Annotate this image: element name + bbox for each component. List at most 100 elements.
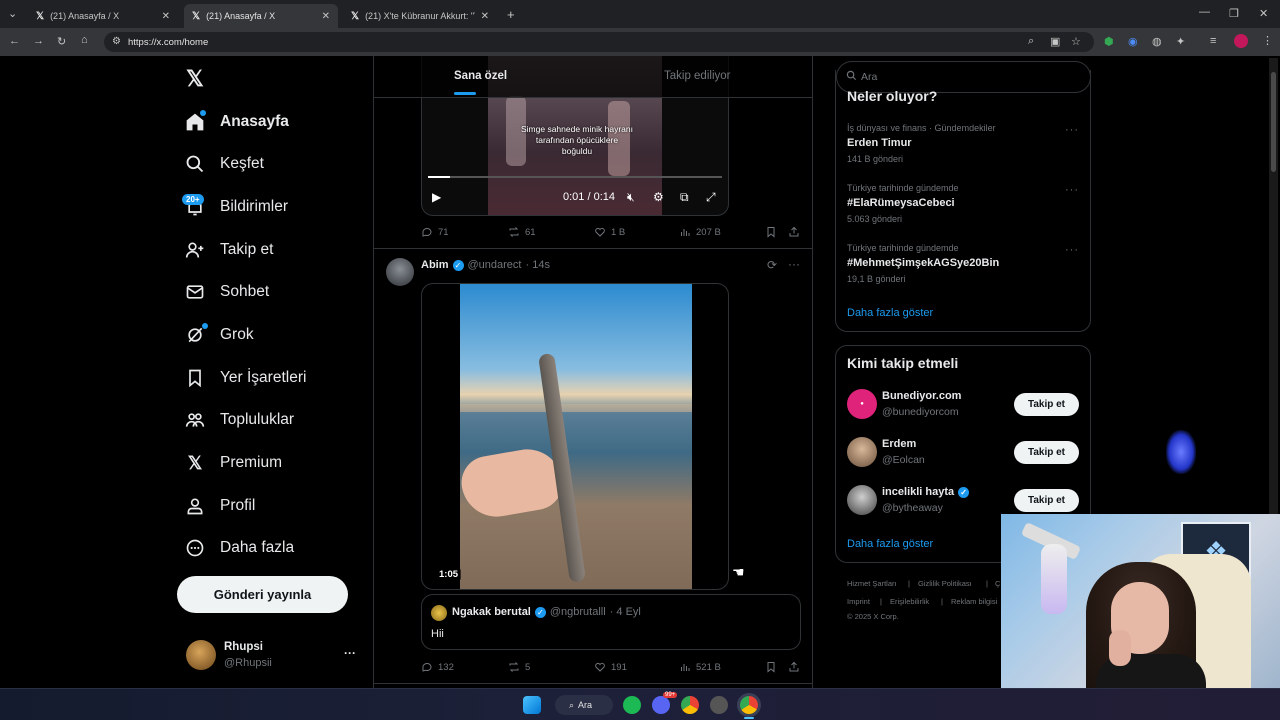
zoom-icon[interactable]: ⌕ <box>1028 35 1034 48</box>
forward-icon[interactable]: → <box>33 35 44 47</box>
post-time[interactable]: · 14s <box>525 259 549 271</box>
footer-link[interactable]: Ç <box>995 579 1000 588</box>
app-icon[interactable] <box>710 696 728 714</box>
like-button[interactable]: 191 <box>594 661 627 673</box>
nav-explore[interactable]: Keşfet <box>184 148 264 180</box>
taskbar-search[interactable]: ⌕ Ara <box>555 695 613 715</box>
window-close-icon[interactable]: ✕ <box>1259 7 1268 20</box>
close-icon[interactable]: ✕ <box>162 11 170 22</box>
nav-chat[interactable]: Sohbet <box>184 276 269 308</box>
extensions-puzzle-icon[interactable]: ✦ <box>1176 35 1185 48</box>
nav-grok[interactable]: Grok <box>184 319 254 351</box>
trends-show-more-link[interactable]: Daha fazla göster <box>847 307 933 319</box>
avatar[interactable] <box>386 258 414 286</box>
shield-extension-icon[interactable]: ⬢ <box>1104 35 1114 48</box>
footer-link[interactable]: Hizmet Şartları <box>847 579 897 588</box>
trend-name[interactable]: Erden Timur <box>847 137 912 149</box>
extension-icon[interactable]: ◍ <box>1152 35 1162 48</box>
nav-premium[interactable]: 𝕏 Premium <box>184 447 282 479</box>
who-show-more-link[interactable]: Daha fazla göster <box>847 538 933 550</box>
scrollbar-thumb[interactable] <box>1271 72 1276 172</box>
trend-name[interactable]: #MehmetŞimşekAGSye20Bin <box>847 257 999 269</box>
account-name-row[interactable]: incelikli hayta ✓ <box>882 486 970 498</box>
reload-icon[interactable]: ↻ <box>57 35 66 48</box>
trend-more-icon[interactable]: ··· <box>1065 184 1079 196</box>
cast-icon[interactable]: ▣ <box>1050 35 1060 48</box>
tab-1[interactable]: 𝕏 (21) Anasayfa / X ✕ <box>28 4 178 28</box>
bookmark-button[interactable] <box>765 661 777 673</box>
mute-icon[interactable]: 🔇︎ <box>627 190 635 205</box>
nav-profile[interactable]: Profil <box>184 490 255 522</box>
repost-button[interactable]: 5 <box>508 661 530 673</box>
home-browser-icon[interactable]: ⌂ <box>81 34 88 46</box>
bookmark-star-icon[interactable]: ☆ <box>1071 35 1081 48</box>
author-name[interactable]: Abim <box>421 259 449 271</box>
video-progress-bar[interactable] <box>428 176 722 178</box>
nav-more[interactable]: Daha fazla <box>184 532 294 564</box>
nav-follow[interactable]: Takip et <box>184 234 273 266</box>
share-button[interactable] <box>788 226 800 238</box>
spotify-icon[interactable] <box>623 696 641 714</box>
footer-link[interactable]: Reklam bilgisi <box>951 597 997 606</box>
address-input[interactable]: ⚙ https://x.com/home <box>104 32 1094 52</box>
tab-for-you[interactable]: Sana özel <box>454 70 507 82</box>
settings-icon[interactable]: ⚙ <box>653 190 664 204</box>
menu-kebab-icon[interactable]: ⋮ <box>1262 34 1273 47</box>
nav-bookmarks[interactable]: Yer İşaretleri <box>184 362 306 394</box>
account-name[interactable]: Erdem <box>882 438 916 450</box>
reply-button[interactable]: 132 <box>421 661 454 673</box>
tab-list-icon[interactable]: ⌄ <box>8 7 17 20</box>
reply-button[interactable]: 71 <box>421 226 449 238</box>
views-button[interactable]: 207 B <box>679 226 721 238</box>
bookmark-button[interactable] <box>765 226 777 238</box>
pip-icon[interactable]: ⧉ <box>680 190 689 205</box>
new-tab-icon[interactable]: + <box>507 7 515 22</box>
share-button[interactable] <box>788 661 800 673</box>
post-button[interactable]: Gönderi yayınla <box>177 576 348 613</box>
media-control-icon[interactable]: ≡ <box>1210 35 1216 47</box>
account-name[interactable]: Bunediyor.com <box>882 390 961 402</box>
chrome-icon[interactable] <box>681 696 699 714</box>
close-icon[interactable]: ✕ <box>481 11 489 22</box>
post-video[interactable]: 1:05 <box>421 283 729 590</box>
discord-icon[interactable] <box>652 696 670 714</box>
follow-button[interactable]: Takip et <box>1014 393 1079 416</box>
floating-widget-icon[interactable] <box>1166 430 1196 474</box>
profile-avatar-icon[interactable] <box>1234 34 1248 48</box>
trend-name[interactable]: #ElaRümeysaCebeci <box>847 197 955 209</box>
avatar[interactable]: ● <box>847 389 877 419</box>
repost-button[interactable]: 61 <box>508 226 536 238</box>
follow-button[interactable]: Takip et <box>1014 489 1079 512</box>
tab-2[interactable]: 𝕏 (21) Anasayfa / X ✕ <box>184 4 338 28</box>
avatar[interactable] <box>186 640 216 670</box>
trend-more-icon[interactable]: ··· <box>1065 244 1079 256</box>
avatar[interactable] <box>847 485 877 515</box>
footer-link[interactable]: Imprint <box>847 597 870 606</box>
trend-more-icon[interactable]: ··· <box>1065 124 1079 136</box>
author-handle[interactable]: @undarect <box>468 259 522 271</box>
play-icon[interactable]: ▶ <box>432 190 441 204</box>
back-icon[interactable]: ← <box>9 35 20 47</box>
follow-button[interactable]: Takip et <box>1014 441 1079 464</box>
avatar[interactable] <box>847 437 877 467</box>
account-more-icon[interactable]: ··· <box>344 646 356 660</box>
nav-communities[interactable]: Topluluklar <box>184 404 294 436</box>
chrome-active-icon[interactable] <box>740 696 758 714</box>
grok-analyze-icon[interactable]: ⟳ <box>767 258 777 272</box>
maximize-icon[interactable]: ❐ <box>1229 7 1239 20</box>
minimize-icon[interactable]: — <box>1199 6 1210 18</box>
audio-extension-icon[interactable]: ◉ <box>1128 35 1138 48</box>
footer-link[interactable]: Gizlilik Politikası <box>918 579 972 588</box>
x-logo-icon[interactable]: 𝕏 <box>186 66 204 92</box>
windows-start-icon[interactable] <box>523 696 541 714</box>
footer-link[interactable]: Erişilebilirlik <box>890 597 929 606</box>
quoted-post[interactable]: Ngakak berutal ✓ @ngbrutalll · 4 Eyl Hii <box>421 594 801 650</box>
post-more-icon[interactable]: ··· <box>788 257 800 271</box>
like-button[interactable]: 1 B <box>594 226 625 238</box>
views-button[interactable]: 521 B <box>679 661 721 673</box>
fullscreen-icon[interactable]: ⤢ <box>706 190 716 205</box>
tab-3[interactable]: 𝕏 (21) X'te Kübranur Akkurt: "Ya ✕ <box>343 4 497 28</box>
site-info-icon[interactable]: ⚙ <box>112 36 121 47</box>
close-icon[interactable]: ✕ <box>322 11 330 22</box>
tab-following[interactable]: Takip ediliyor <box>664 70 730 82</box>
